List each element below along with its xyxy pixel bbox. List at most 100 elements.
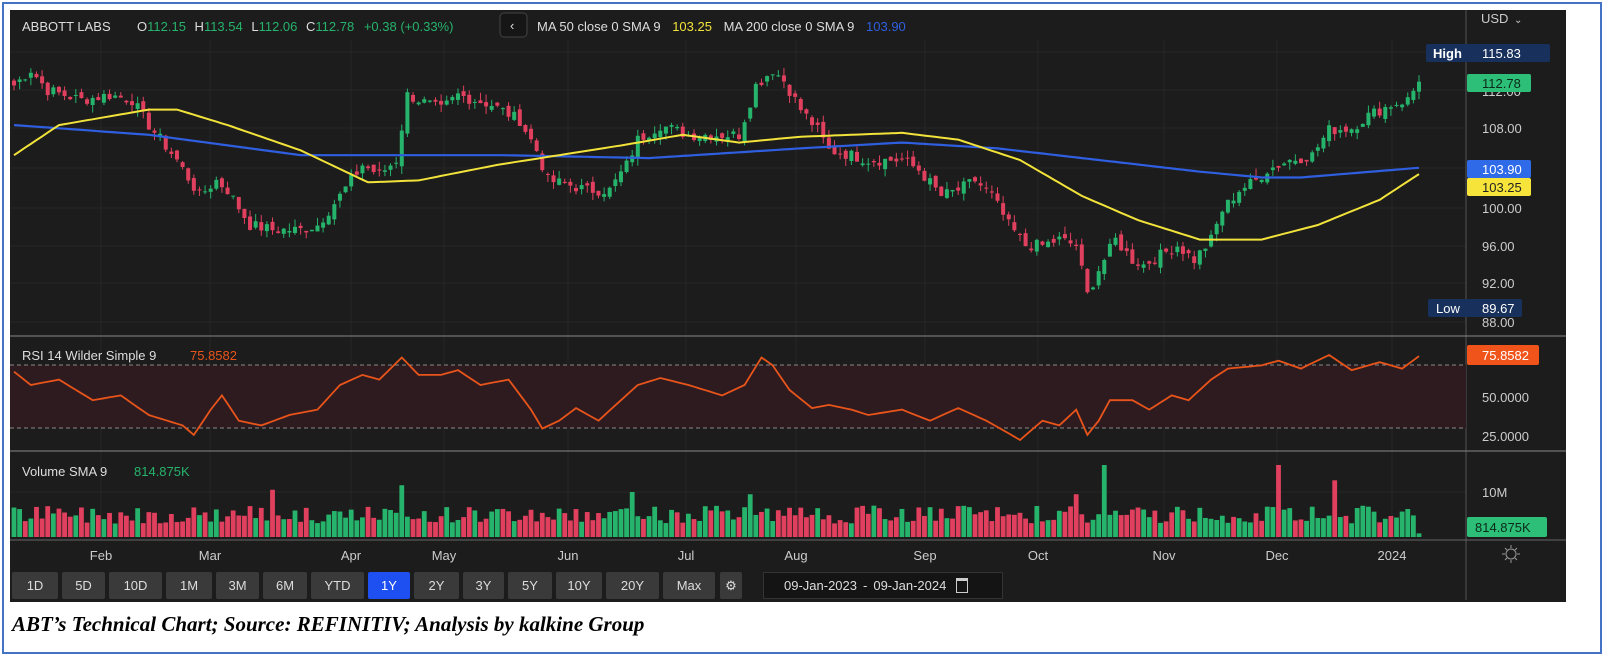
candle [624,160,629,173]
candle [1023,233,1028,247]
candle [1366,112,1371,126]
volume-bar [146,512,152,537]
candle [562,181,567,183]
chevron-left-icon: ‹ [510,18,514,33]
candle [304,230,309,233]
chart-svg: ABBOTT LABS O112.15 H113.54 L112.06 C112… [10,10,1566,600]
volume-bar [804,517,809,537]
date-to[interactable]: 09-Jan-2024 [873,578,946,593]
period-20y[interactable]: 20Y [606,572,659,599]
volume-bar [17,509,23,537]
volume-bar [1090,519,1096,537]
period-6m[interactable]: 6M [263,572,307,599]
volume-bar [596,513,601,537]
calendar-icon[interactable] [956,578,969,593]
period-5y[interactable]: 5Y [508,572,552,599]
candle [973,177,978,182]
period-max[interactable]: Max [663,572,715,599]
volume-bar [101,519,107,537]
volume-bar [1141,509,1147,537]
candle [944,189,949,198]
settings-sun-icon[interactable] [1502,545,1520,563]
period-1d[interactable]: 1D [12,572,58,599]
volume-bar [916,507,922,537]
volume-bar [1219,515,1225,537]
candle [1332,127,1337,135]
period-1y[interactable]: 1Y [368,572,410,599]
candle [742,122,747,142]
volume-tick: 10M [1482,485,1507,500]
period-10d[interactable]: 10D [109,572,162,599]
candle [146,112,151,130]
candle [1136,264,1140,266]
volume-bar [202,512,208,537]
period-3y[interactable]: 3Y [463,572,504,599]
date-from[interactable]: 09-Jan-2023 [784,578,857,593]
volume-bar [652,506,658,537]
volume-bar [506,511,511,537]
candle [1360,123,1365,127]
candle [219,178,224,188]
candle [101,93,106,103]
candle [1343,126,1348,132]
volume-bar [1248,522,1253,537]
date-range-picker[interactable]: 09-Jan-2023 - 09-Jan-2024 [763,572,1003,599]
volume-bar [967,507,972,537]
candle [1220,211,1225,226]
candle [28,72,33,78]
volume-bar [815,508,821,537]
volume-bar [1017,512,1023,537]
candle [967,179,972,182]
volume-bar [1163,521,1169,537]
volume-bar [309,520,315,537]
candle [321,222,326,228]
candle [759,82,764,85]
candle [1006,214,1011,220]
candle [1175,246,1180,253]
ma50-tag-value: 103.25 [1482,180,1522,195]
volume-bar [230,510,236,537]
currency-selector[interactable]: USD [1481,11,1508,26]
candle [298,225,303,229]
candle [804,109,809,114]
candle [517,109,522,126]
gear-icon: ⚙ [725,577,737,593]
volume-bar [303,507,309,537]
volume-bar [461,517,466,537]
candle [1242,187,1247,191]
candle [579,185,584,190]
candle [523,125,528,132]
candle [293,226,297,234]
volume-label: Volume SMA 9 [22,464,107,479]
x-axis-label: Apr [341,548,362,563]
period-1m[interactable]: 1M [166,572,212,599]
period-2y[interactable]: 2Y [414,572,459,599]
volume-bar [1113,510,1118,537]
period-settings-button[interactable]: ⚙ [720,572,742,599]
volume-bar [320,521,326,537]
period-5d[interactable]: 5D [62,572,105,599]
candle [1141,264,1146,268]
volume-bar [978,512,984,537]
candle [1152,262,1157,264]
volume-bar [1377,522,1383,537]
candle [214,179,219,189]
candle [444,100,449,105]
volume-bar [326,514,332,537]
candle [259,222,264,231]
period-ytd[interactable]: YTD [311,572,364,599]
volume-bar [410,519,416,537]
candle [1062,234,1067,239]
volume-bar [1214,520,1220,537]
candle [371,164,376,173]
volume-bar [354,520,360,537]
period-3m[interactable]: 3M [216,572,259,599]
volume-bar [871,505,877,537]
candle [337,193,342,201]
volume-bar [691,519,697,537]
candle [1310,152,1315,162]
chevron-down-icon[interactable]: ⌄ [1514,15,1522,26]
volume-bar [601,518,607,537]
period-10y[interactable]: 10Y [556,572,602,599]
volume-bar [270,489,275,537]
